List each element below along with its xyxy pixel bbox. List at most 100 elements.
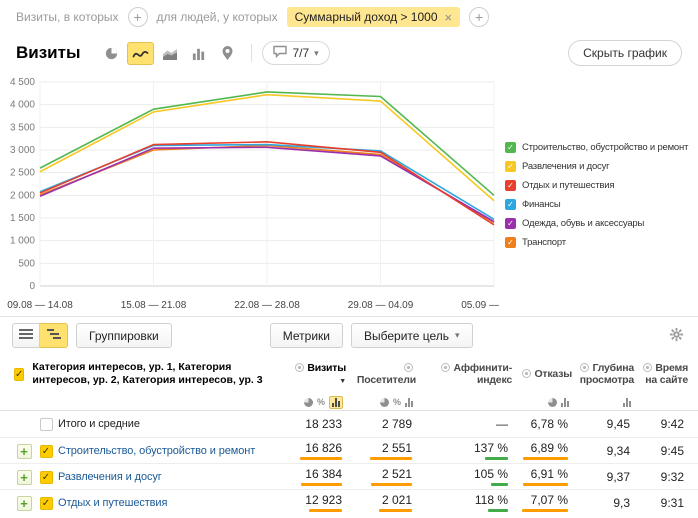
column-header-1[interactable]: Визиты ▼ bbox=[284, 362, 346, 386]
line-chart-icon[interactable] bbox=[127, 42, 154, 65]
bars-icon[interactable] bbox=[561, 398, 569, 407]
value-bar bbox=[296, 457, 342, 460]
row-checkbox[interactable]: ✓ bbox=[40, 445, 53, 458]
bars-icon[interactable] bbox=[405, 398, 413, 407]
row-label[interactable]: Развлечения и досуг bbox=[58, 471, 162, 483]
page-title: Визиты bbox=[16, 43, 80, 63]
svg-text:22.08 — 28.08: 22.08 — 28.08 bbox=[234, 300, 300, 311]
metric-display-options bbox=[572, 398, 634, 407]
area-chart-icon[interactable] bbox=[156, 42, 183, 65]
comments-dropdown[interactable]: 7/7 ▾ bbox=[262, 41, 329, 65]
row-checkbox[interactable]: ✓ bbox=[40, 471, 53, 484]
add-visits-condition-button[interactable]: + bbox=[128, 7, 148, 27]
legend-item[interactable]: ✓Одежда, обувь и аксессуары bbox=[505, 214, 688, 233]
svg-text:0: 0 bbox=[29, 281, 35, 292]
bars-icon[interactable] bbox=[623, 398, 631, 407]
svg-text:1 000: 1 000 bbox=[10, 236, 35, 247]
settings-gear-button[interactable] bbox=[667, 325, 686, 347]
comments-count: 7/7 bbox=[292, 46, 309, 60]
metric-value: 6,78 % bbox=[531, 418, 568, 431]
metric-value: 6,89 % bbox=[531, 442, 568, 455]
groupings-button[interactable]: Группировки bbox=[76, 323, 172, 348]
report-table-section: Группировки Метрики Выберите цель ▾ bbox=[0, 316, 698, 515]
value-bar bbox=[296, 483, 342, 486]
column-header-5[interactable]: Глубина просмотра bbox=[572, 362, 634, 386]
value-bar bbox=[522, 509, 568, 512]
legend-label: Одежда, обувь и аксессуары bbox=[522, 218, 644, 229]
legend-item[interactable]: ✓Отдых и путешествия bbox=[505, 176, 688, 195]
chevron-down-icon: ▾ bbox=[455, 330, 460, 341]
chip-remove-icon[interactable]: × bbox=[445, 11, 453, 24]
row-label[interactable]: Отдых и путешествия bbox=[58, 497, 167, 509]
legend-label: Развлечения и досуг bbox=[522, 161, 609, 172]
metric-value: 18 233 bbox=[305, 418, 342, 431]
metric-value: 9:42 bbox=[661, 418, 684, 431]
flat-list-view-button[interactable] bbox=[12, 323, 40, 348]
column-header-4[interactable]: Отказы bbox=[512, 368, 572, 380]
legend-label: Строительство, обустройство и ремонт bbox=[522, 142, 688, 153]
map-icon[interactable] bbox=[214, 42, 241, 65]
value-bar bbox=[522, 483, 568, 486]
svg-text:500: 500 bbox=[18, 258, 35, 269]
metrics-button[interactable]: Метрики bbox=[270, 323, 343, 348]
legend-item[interactable]: ✓Развлечения и досуг bbox=[505, 157, 688, 176]
legend-item[interactable]: ✓Финансы bbox=[505, 195, 688, 214]
row-checkbox[interactable] bbox=[40, 418, 53, 431]
list-icon bbox=[19, 328, 33, 343]
metric-value: 9:45 bbox=[661, 445, 684, 458]
expand-row-button[interactable]: + bbox=[17, 444, 32, 459]
value-bar bbox=[366, 457, 412, 460]
tree-view-button[interactable] bbox=[40, 323, 68, 348]
bars-icon[interactable] bbox=[329, 396, 343, 409]
pie-icon[interactable] bbox=[548, 398, 557, 407]
speech-bubble-icon bbox=[273, 45, 287, 61]
pie-icon[interactable] bbox=[304, 398, 313, 407]
column-header-3[interactable]: Аффинити-индекс bbox=[416, 362, 512, 386]
people-filter-label: для людей, у которых bbox=[157, 10, 278, 24]
svg-text:1 500: 1 500 bbox=[10, 213, 35, 224]
metric-value: 118 % bbox=[475, 494, 508, 507]
svg-text:2 500: 2 500 bbox=[10, 168, 35, 179]
view-toggle-group bbox=[12, 323, 68, 348]
select-all-checkbox[interactable]: ✓ bbox=[14, 368, 24, 381]
pie-chart-icon[interactable] bbox=[98, 42, 125, 65]
svg-text:4 000: 4 000 bbox=[10, 100, 35, 111]
legend-swatch: ✓ bbox=[505, 237, 516, 248]
metric-value: 2 021 bbox=[382, 494, 412, 507]
segment-condition-chip[interactable]: Суммарный доход > 1000 × bbox=[287, 7, 460, 27]
legend-item[interactable]: ✓Строительство, обустройство и ремонт bbox=[505, 138, 688, 157]
chart-legend: ✓Строительство, обустройство и ремонт✓Ра… bbox=[505, 138, 688, 252]
metric-value: 2 521 bbox=[382, 468, 412, 481]
hide-chart-button[interactable]: Скрыть график bbox=[568, 40, 682, 66]
table-header-row: ✓ Категория интересов, ур. 1, Категория … bbox=[0, 354, 698, 394]
table-toolbar: Группировки Метрики Выберите цель ▾ bbox=[0, 317, 698, 354]
metric-value: 7,07 % bbox=[531, 494, 568, 507]
legend-item[interactable]: ✓Транспорт bbox=[505, 233, 688, 252]
pie-icon[interactable] bbox=[380, 398, 389, 407]
expand-row-button[interactable]: + bbox=[17, 496, 32, 511]
row-label[interactable]: Строительство, обустройство и ремонт bbox=[58, 445, 255, 457]
metric-info-icon bbox=[295, 363, 304, 372]
bar-chart-icon[interactable] bbox=[185, 42, 212, 65]
tree-icon bbox=[47, 328, 61, 343]
metric-info-icon bbox=[404, 363, 413, 372]
sort-desc-icon: ▼ bbox=[339, 378, 346, 385]
goal-select-label: Выберите цель bbox=[364, 329, 449, 343]
percent-icon[interactable]: % bbox=[393, 398, 401, 407]
metric-value: 9,37 bbox=[607, 471, 630, 484]
table-row: +✓Отдых и путешествия12 9232 021118 %7,0… bbox=[0, 489, 698, 515]
percent-icon[interactable]: % bbox=[317, 398, 325, 407]
goal-select-button[interactable]: Выберите цель ▾ bbox=[351, 323, 473, 348]
column-header-2[interactable]: Посетители bbox=[346, 362, 416, 386]
metric-value: 2 789 bbox=[382, 418, 412, 431]
legend-swatch: ✓ bbox=[505, 180, 516, 191]
svg-text:3 500: 3 500 bbox=[10, 122, 35, 133]
column-header-6[interactable]: Время на сайте bbox=[634, 362, 688, 386]
add-people-condition-button[interactable]: + bbox=[469, 7, 489, 27]
svg-text:2 000: 2 000 bbox=[10, 190, 35, 201]
chart-area: 05001 0001 5002 0002 5003 0003 5004 0004… bbox=[0, 70, 698, 316]
row-checkbox[interactable]: ✓ bbox=[40, 497, 53, 510]
metric-value: 16 826 bbox=[305, 442, 342, 455]
value-bar bbox=[366, 509, 412, 512]
expand-row-button[interactable]: + bbox=[17, 470, 32, 485]
